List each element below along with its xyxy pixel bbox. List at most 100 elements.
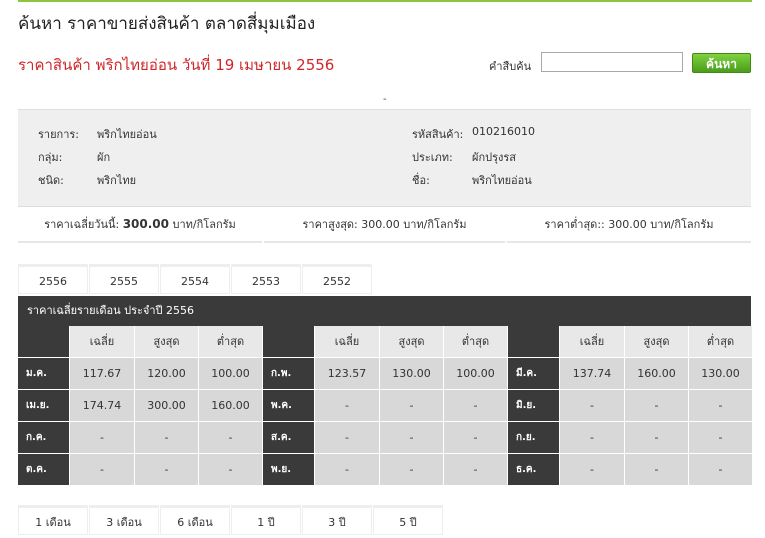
min-label: ราคาต่ำสุด:: (544, 218, 605, 231)
min-price-cell: - (689, 390, 752, 421)
month-label: ม.ค. (18, 358, 69, 389)
max-price-cell: - (380, 390, 443, 421)
code-label: รหัสสินค้า: (412, 128, 464, 141)
avg-price-cell: 137.74 (560, 358, 624, 389)
min-unit: บาท/กิโลกรัม (650, 218, 714, 231)
avg-price-cell: 174.74 (70, 390, 134, 421)
range-tab-6-months[interactable]: 6 เดือน (160, 505, 230, 535)
avg-price-cell: - (315, 390, 379, 421)
avg-price-cell: - (560, 454, 624, 485)
min-price-cell: 160.00 (199, 390, 262, 421)
avg-price-cell: - (70, 422, 134, 453)
year-tab-2552[interactable]: 2552 (302, 264, 372, 294)
avg-price-cell: 117.67 (70, 358, 134, 389)
max-column-header: สูงสุด (380, 326, 443, 357)
month-label: เม.ย. (18, 390, 69, 421)
min-price-cell: 130.00 (689, 358, 752, 389)
divider-dash: - (383, 94, 387, 105)
range-tab-1-year[interactable]: 1 ปี (231, 505, 301, 535)
month-label: พ.ค. (263, 390, 314, 421)
year-tab-2555[interactable]: 2555 (89, 264, 159, 294)
year-tab-2553[interactable]: 2553 (231, 264, 301, 294)
range-tab-5-years[interactable]: 5 ปี (373, 505, 443, 535)
year-tab-2556[interactable]: 2556 (18, 264, 88, 294)
max-unit: บาท/กิโลกรัม (403, 218, 467, 231)
avg-today-stat: ราคาเฉลี่ยวันนี้: 300.00 บาท/กิโลกรัม (18, 208, 262, 243)
range-tab-3-months[interactable]: 3 เดือน (89, 505, 159, 535)
page-title: ค้นหา ราคาขายส่งสินค้า ตลาดสี่มุมเมือง (18, 14, 316, 34)
name-label: ชื่อ: (412, 174, 430, 187)
max-value: 300.00 (361, 218, 400, 231)
min-price-cell: - (689, 454, 752, 485)
group-label: กลุ่ม: (38, 151, 63, 164)
max-price-cell: 300.00 (135, 390, 198, 421)
avg-column-header: เฉลี่ย (315, 326, 379, 357)
max-price-cell: - (380, 454, 443, 485)
max-price-cell: 120.00 (135, 358, 198, 389)
name-value: พริกไทยอ่อน (472, 174, 532, 187)
range-tab-1-month[interactable]: 1 เดือน (18, 505, 88, 535)
month-label: ต.ค. (18, 454, 69, 485)
avg-price-cell: - (560, 422, 624, 453)
month-column-header (18, 326, 69, 357)
min-price-cell: 100.00 (444, 358, 507, 389)
month-label: มี.ค. (508, 358, 559, 389)
max-price-cell: 160.00 (625, 358, 688, 389)
max-label: ราคาสูงสุด: (302, 218, 358, 231)
min-price-cell: 100.00 (199, 358, 262, 389)
min-stat: ราคาต่ำสุด:: 300.00 บาท/กิโลกรัม (507, 208, 751, 243)
range-tab-3-years[interactable]: 3 ปี (302, 505, 372, 535)
avg-price-cell: - (560, 390, 624, 421)
month-label: ส.ค. (263, 422, 314, 453)
max-price-cell: - (625, 422, 688, 453)
max-price-cell: - (625, 454, 688, 485)
min-column-header: ต่ำสุด (199, 326, 262, 357)
price-stats-bar: ราคาเฉลี่ยวันนี้: 300.00 บาท/กิโลกรัม รา… (18, 208, 751, 243)
avg-unit: บาท/กิโลกรัม (172, 218, 236, 231)
search-button[interactable]: ค้นหา (692, 53, 751, 73)
month-column-header (263, 326, 314, 357)
month-label: พ.ย. (263, 454, 314, 485)
max-stat: ราคาสูงสุด: 300.00 บาท/กิโลกรัม (264, 208, 505, 243)
avg-price-cell: - (315, 454, 379, 485)
avg-price-cell: - (315, 422, 379, 453)
year-tab-2554[interactable]: 2554 (160, 264, 230, 294)
avg-price-cell: - (70, 454, 134, 485)
min-price-cell: - (689, 422, 752, 453)
kind-value: พริกไทย (97, 174, 137, 187)
month-label: ก.พ. (263, 358, 314, 389)
avg-value: 300.00 (122, 217, 170, 231)
month-column-header (508, 326, 559, 357)
item-value: พริกไทยอ่อน (97, 128, 157, 141)
avg-label: ราคาเฉลี่ยวันนี้: (44, 218, 120, 231)
avg-column-header: เฉลี่ย (70, 326, 134, 357)
search-input[interactable] (541, 52, 683, 72)
search-label: คำสืบค้น (489, 60, 532, 73)
max-column-header: สูงสุด (625, 326, 688, 357)
min-price-cell: - (444, 454, 507, 485)
code-value: 010216010 (472, 125, 535, 138)
max-price-cell: - (625, 390, 688, 421)
monthly-table-heading: ราคาเฉลี่ยรายเดือน ประจำปี 2556 (18, 296, 751, 326)
min-price-cell: - (444, 390, 507, 421)
max-column-header: สูงสุด (135, 326, 198, 357)
product-info-panel: รายการ: พริกไทยอ่อน กลุ่ม: ผัก ชนิด: พริ… (18, 109, 751, 207)
min-price-cell: - (199, 454, 262, 485)
month-label: ก.ค. (18, 422, 69, 453)
item-label: รายการ: (38, 128, 79, 141)
min-price-cell: - (444, 422, 507, 453)
avg-price-cell: 123.57 (315, 358, 379, 389)
group-value: ผัก (97, 151, 111, 164)
product-date-subtitle: ราคาสินค้า พริกไทยอ่อน วันที่ 19 เมษายน … (18, 56, 335, 74)
top-accent-line (18, 0, 752, 2)
month-label: ธ.ค. (508, 454, 559, 485)
type-value: ผักปรุงรส (472, 151, 516, 164)
max-price-cell: - (135, 422, 198, 453)
min-value: 300.00 (608, 218, 647, 231)
month-label: ก.ย. (508, 422, 559, 453)
max-price-cell: - (380, 422, 443, 453)
max-price-cell: 130.00 (380, 358, 443, 389)
min-column-header: ต่ำสุด (689, 326, 752, 357)
min-price-cell: - (199, 422, 262, 453)
kind-label: ชนิด: (38, 174, 64, 187)
